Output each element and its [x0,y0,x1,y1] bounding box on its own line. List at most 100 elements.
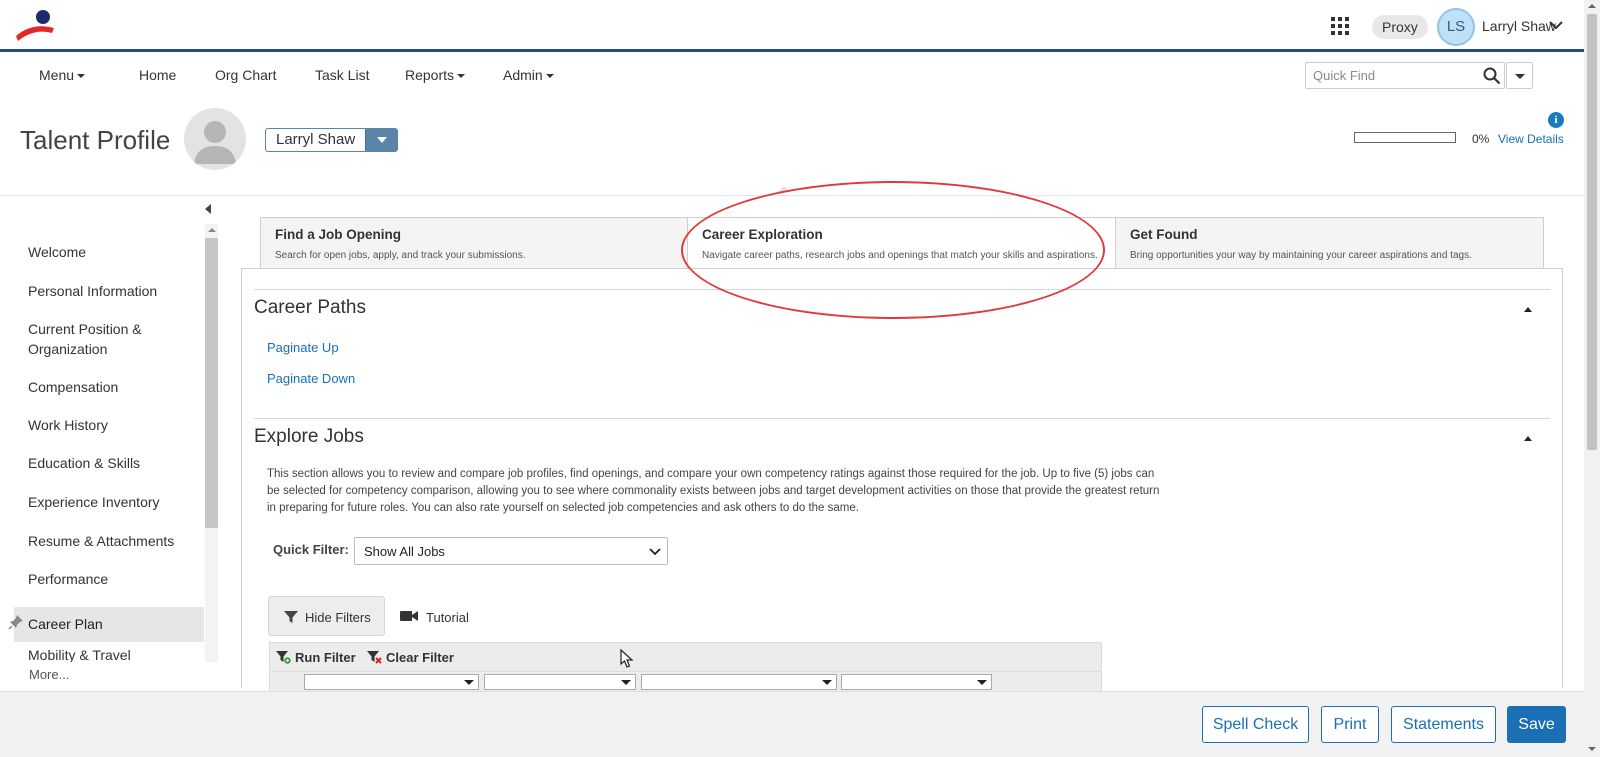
paginate-up-link[interactable]: Paginate Up [267,340,339,355]
quick-find-dropdown[interactable] [1506,62,1533,89]
sidebar-item-experience-inventory[interactable]: Experience Inventory [14,492,204,512]
user-avatar[interactable]: LS [1437,8,1475,46]
career-tabs: Find a Job Opening Search for open jobs,… [260,217,1544,269]
search-icon[interactable] [1483,67,1501,85]
print-button[interactable]: Print [1321,706,1379,743]
filter-select-2[interactable] [484,674,636,690]
pin-icon[interactable] [8,614,24,630]
collapse-explore-jobs-icon[interactable] [1524,436,1532,441]
quick-filter-select[interactable]: Show All Jobs [354,537,668,565]
save-button[interactable]: Save [1507,706,1566,743]
caret-down-icon [377,137,387,143]
section-divider [254,418,1550,419]
scroll-up-icon[interactable] [208,228,216,232]
view-details-link[interactable]: View Details [1498,132,1564,146]
nav-menu-label: Menu [39,67,75,83]
nav-reports-label: Reports [405,67,455,83]
sidebar-item-welcome[interactable]: Welcome [14,242,204,262]
hide-filters-button[interactable]: Hide Filters [268,596,385,636]
run-filter-button[interactable]: Run Filter [276,650,356,665]
scroll-down-icon[interactable] [1588,747,1596,751]
sidebar-item-education-skills[interactable]: Education & Skills [14,453,204,473]
chevron-down-icon[interactable] [1549,20,1563,30]
main-nav: Menu Home Org Chart Task List Reports Ad… [0,55,1584,95]
sidebar-item-performance[interactable]: Performance [14,569,204,589]
spell-check-button[interactable]: Spell Check [1202,706,1309,743]
tab-find-job-opening[interactable]: Find a Job Opening Search for open jobs,… [260,217,688,269]
sidebar-item-current-position[interactable]: Current Position & Organization [14,319,204,359]
nav-task-list[interactable]: Task List [315,67,369,83]
info-icon[interactable]: i [1548,112,1564,128]
run-filter-label: Run Filter [295,650,356,665]
apps-grid-icon[interactable] [1331,17,1349,35]
quick-filter-value: Show All Jobs [364,544,445,559]
sidebar-item-personal-information[interactable]: Personal Information [14,281,204,301]
filter-select-4[interactable] [841,674,992,690]
nav-menu[interactable]: Menu [39,67,86,83]
scroll-up-icon[interactable] [1588,4,1596,8]
tab-description: Bring opportunities your way by maintain… [1130,250,1472,261]
nav-home-label: Home [139,67,177,83]
run-filter-icon [276,651,291,664]
sidebar-scroll-thumb[interactable] [205,238,218,528]
collapse-header-icon[interactable] [778,186,790,192]
explore-jobs-description: This section allows you to review and co… [267,468,1160,514]
company-logo[interactable] [14,8,56,44]
clear-filter-button[interactable]: Clear Filter [367,650,454,665]
filter-select-3[interactable] [641,674,837,690]
sidebar-item-mobility-travel[interactable]: Mobility & Travel [14,645,204,662]
nav-org-chart[interactable]: Org Chart [215,67,276,83]
caret-down-icon [1515,74,1525,79]
tutorial-label: Tutorial [426,610,469,625]
tab-title: Find a Job Opening [275,227,401,242]
sidebar-item-work-history[interactable]: Work History [14,415,204,435]
page-title: Talent Profile [20,125,171,155]
filter-toolbar: Run Filter Clear Filter [269,642,1102,672]
caret-down-icon [621,680,631,685]
tab-career-exploration[interactable]: Career Exploration Navigate career paths… [687,217,1116,269]
nav-admin[interactable]: Admin [503,67,554,83]
profile-completion-bar [1354,132,1456,143]
chevron-down-icon [649,548,661,556]
filter-icon [284,611,298,623]
clear-filter-icon [367,651,382,664]
proxy-button[interactable]: Proxy [1372,15,1428,39]
sidebar-item-compensation[interactable]: Compensation [14,377,204,397]
explore-jobs-title: Explore Jobs [254,426,364,447]
person-selector[interactable]: Larryl Shaw [265,128,398,152]
filter-row [269,672,1102,692]
collapse-career-paths-icon[interactable] [1524,307,1532,312]
career-paths-title: Career Paths [254,297,366,318]
tab-description: Navigate career paths, research jobs and… [702,250,1098,261]
nav-reports[interactable]: Reports [405,67,466,83]
footer-bar: Spell Check Print Statements Save [0,691,1584,757]
person-selector-toggle[interactable] [365,129,397,151]
user-name[interactable]: Larryl Shaw [1482,18,1556,34]
page-scroll-thumb[interactable] [1587,14,1597,450]
nav-task-list-label: Task List [315,67,370,83]
top-bar: Proxy LS Larryl Shaw [0,0,1584,52]
filter-select-1[interactable] [304,674,479,690]
statements-button[interactable]: Statements [1391,706,1496,743]
page-scrollbar[interactable] [1584,0,1600,757]
sidebar-item-career-plan[interactable]: Career Plan [14,607,204,642]
quick-find-input[interactable] [1305,62,1505,89]
hide-filters-label: Hide Filters [305,610,371,625]
sidebar-item-resume-attachments[interactable]: Resume & Attachments [14,531,204,551]
collapse-sidebar-icon[interactable] [205,204,211,214]
caret-down-icon [545,74,554,79]
mouse-cursor-icon [620,649,634,668]
sidebar-more-link[interactable]: More... [29,667,69,682]
nav-admin-label: Admin [503,67,543,83]
caret-down-icon [822,680,832,685]
nav-home[interactable]: Home [139,67,176,83]
sidebar-scrollbar[interactable] [205,224,218,662]
caret-down-icon [77,74,86,79]
person-selector-value: Larryl Shaw [276,131,356,148]
sidebar: Welcome Personal Information Current Pos… [14,224,204,662]
paginate-down-link[interactable]: Paginate Down [267,371,355,386]
clear-filter-label: Clear Filter [386,650,454,665]
person-silhouette-icon [194,121,236,164]
tab-get-found[interactable]: Get Found Bring opportunities your way b… [1115,217,1544,269]
profile-photo [184,108,246,170]
